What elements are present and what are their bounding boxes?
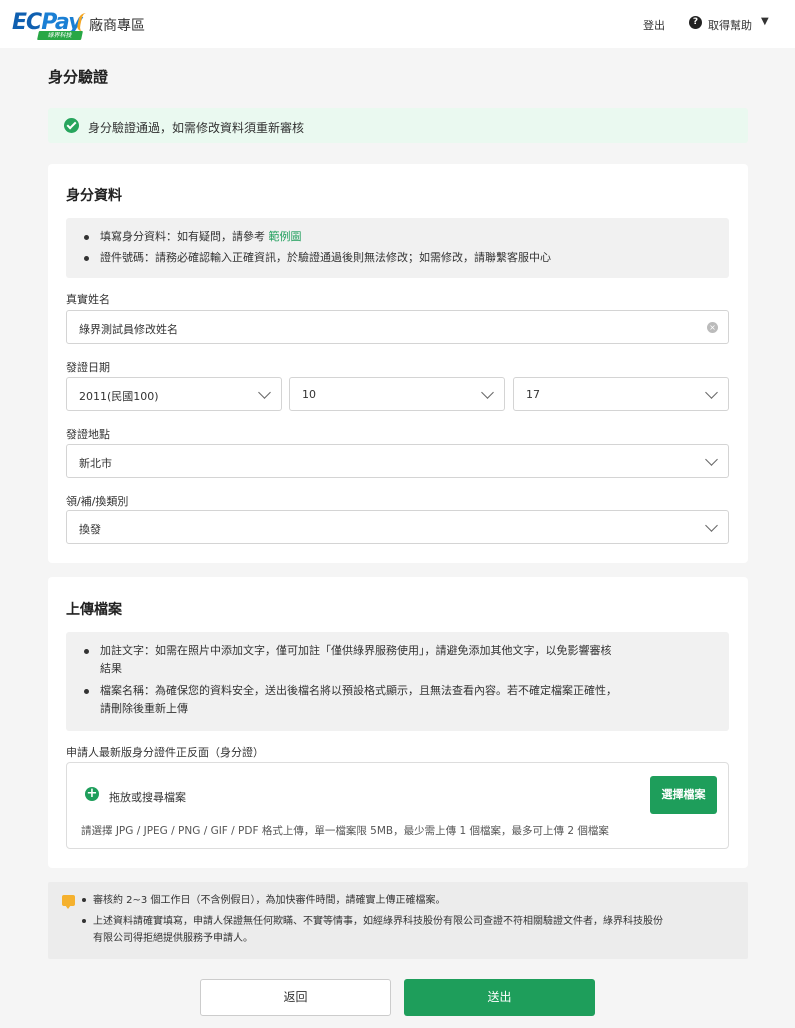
top-header: ECPay 綠界科技 廠商專區 登出 ? 取得幫助 ▼ xyxy=(0,0,795,48)
caret-down-icon[interactable]: ▼ xyxy=(761,16,769,27)
identity-section-title: 身分資料 xyxy=(66,188,122,204)
issue-month-value: 10 xyxy=(302,388,316,401)
file-drop-zone[interactable]: + 拖放或搜尋檔案 選擇檔案 請選擇 JPG / JPEG / PNG / GI… xyxy=(66,762,729,849)
issue-year-select[interactable]: 2011(民國100) xyxy=(66,377,282,411)
help-question-icon[interactable]: ? xyxy=(689,16,702,29)
bullet-dot xyxy=(82,919,86,923)
example-image-link[interactable]: 範例圖 xyxy=(269,230,302,243)
notice-line-1-text: 審核約 2~3 個工作日（不含例假日），為加快審件時間，請確實上傳正確檔案。 xyxy=(93,895,446,906)
success-alert: 身分驗證通過，如需修改資料須重新審核 xyxy=(48,108,748,143)
file-label: 申請人最新版身分證件正反面（身分證） xyxy=(66,746,264,759)
chevron-down-icon xyxy=(705,453,718,466)
portal-title: 廠商專區 xyxy=(89,18,145,34)
clear-input-icon[interactable]: × xyxy=(707,322,718,333)
name-label: 真實姓名 xyxy=(66,293,110,306)
name-input[interactable]: 綠界測試員修改姓名 × xyxy=(66,310,729,344)
issue-type-label: 領/補/換類別 xyxy=(66,495,129,508)
upload-note-2-cont-text: 請刪除後重新上傳 xyxy=(100,702,188,715)
upload-note-1-cont-text: 結果 xyxy=(100,662,122,675)
notice-line-3-text: 有限公司得拒絕提供服務予申請人。 xyxy=(93,933,253,944)
drop-label[interactable]: 拖放或搜尋檔案 xyxy=(109,789,186,805)
upload-note-2-text: 檔案名稱：為確保您的資料安全，送出後檔名將以預設格式顯示，且無法查看內容。若不確… xyxy=(100,684,617,697)
speech-bubble-icon xyxy=(62,895,75,909)
issue-place-label: 發證地點 xyxy=(66,428,110,441)
bullet-dot xyxy=(84,235,89,240)
issue-place-value: 新北市 xyxy=(79,457,112,470)
chevron-down-icon xyxy=(705,386,718,399)
issue-type-select[interactable]: 換發 xyxy=(66,510,729,544)
page-title: 身分驗證 xyxy=(48,68,109,86)
identity-notes-box: 填寫身分資料：如有疑問，請參考 範例圖 證件號碼：請務必確認輸入正確資訊，於驗證… xyxy=(66,218,729,278)
issue-type-value: 換發 xyxy=(79,523,101,536)
upload-card: 上傳檔案 加註文字：如需在照片中添加文字，僅可加註「僅供綠界服務使用」，請避免添… xyxy=(48,577,748,868)
bullet-dot xyxy=(84,649,89,654)
issue-day-value: 17 xyxy=(526,388,540,401)
issue-date-label: 發證日期 xyxy=(66,361,110,374)
bullet-dot xyxy=(82,898,86,902)
bullet-dot xyxy=(84,689,89,694)
back-button[interactable]: 返回 xyxy=(200,979,391,1016)
plus-circle-icon[interactable]: + xyxy=(85,787,99,801)
notice-box: 審核約 2~3 個工作日（不含例假日），為加快審件時間，請確實上傳正確檔案。 上… xyxy=(48,882,748,959)
success-message: 身分驗證通過，如需修改資料須重新審核 xyxy=(88,121,305,135)
bullet-dot xyxy=(84,256,89,261)
name-input-value: 綠界測試員修改姓名 xyxy=(79,323,178,336)
chevron-down-icon xyxy=(258,386,271,399)
identity-note-2-text: 證件號碼：請務必確認輸入正確資訊，於驗證通過後則無法修改；如需修改，請聯繫客服中… xyxy=(100,251,551,264)
upload-note-1-text: 加註文字：如需在照片中添加文字，僅可加註「僅供綠界服務使用」，請避免添加其他文字… xyxy=(100,644,612,657)
notice-line-2-text: 上述資料請確實填寫，申請人保證無任何欺瞞、不實等情事，如經綠界科技股份有限公司查… xyxy=(93,916,663,927)
logo-tagline: 綠界科技 xyxy=(37,31,83,40)
issue-place-select[interactable]: 新北市 xyxy=(66,444,729,478)
chevron-down-icon xyxy=(705,519,718,532)
issue-year-value: 2011(民國100) xyxy=(79,390,159,403)
upload-notes-box: 加註文字：如需在照片中添加文字，僅可加註「僅供綠界服務使用」，請避免添加其他文字… xyxy=(66,632,729,731)
identity-note-1-text: 填寫身分資料：如有疑問，請參考 xyxy=(100,230,269,243)
submit-button[interactable]: 送出 xyxy=(404,979,595,1016)
chevron-down-icon xyxy=(481,386,494,399)
file-format-hint: 請選擇 JPG / JPEG / PNG / GIF / PDF 格式上傳，單一… xyxy=(81,825,609,837)
issue-month-select[interactable]: 10 xyxy=(289,377,505,411)
logout-link[interactable]: 登出 xyxy=(643,17,665,33)
identity-card: 身分資料 填寫身分資料：如有疑問，請參考 範例圖 證件號碼：請務必確認輸入正確資… xyxy=(48,164,748,563)
help-menu-label[interactable]: 取得幫助 xyxy=(708,17,752,33)
choose-file-button[interactable]: 選擇檔案 xyxy=(650,776,717,814)
upload-section-title: 上傳檔案 xyxy=(66,602,122,618)
check-circle-icon xyxy=(64,118,79,133)
issue-day-select[interactable]: 17 xyxy=(513,377,729,411)
